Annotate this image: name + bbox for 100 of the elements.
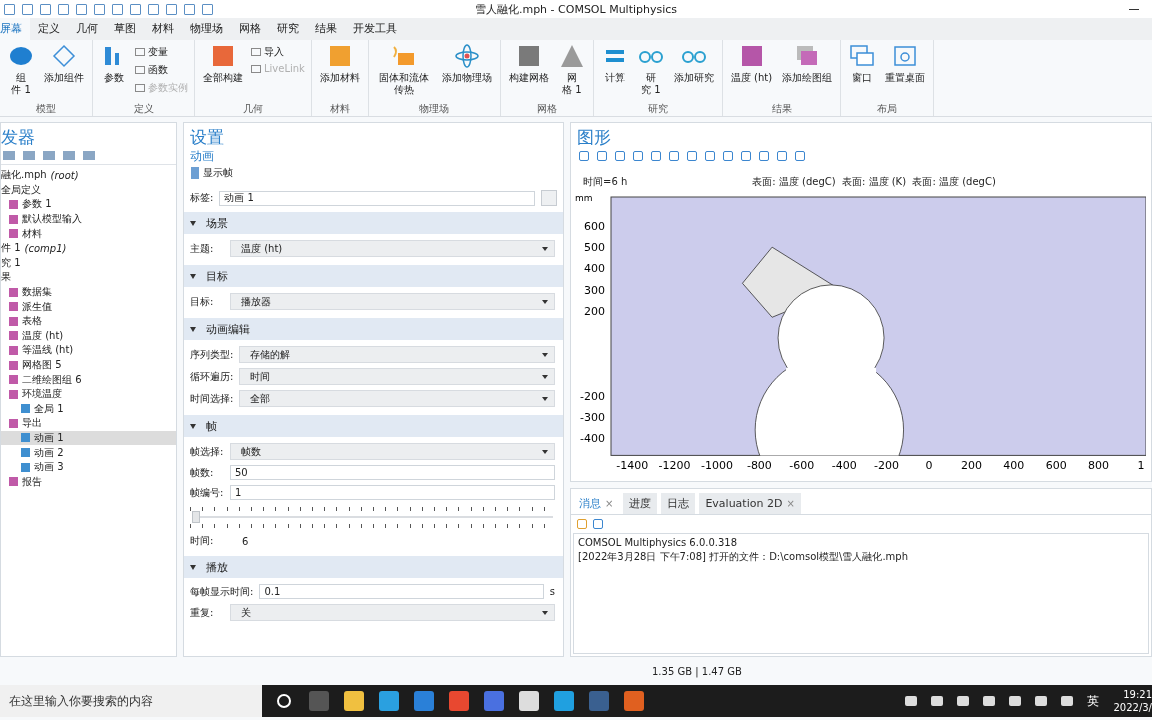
x-tick-label: -400 — [831, 459, 857, 473]
time-value: 6 — [241, 535, 249, 547]
show-frame-button[interactable]: 显示帧 — [203, 166, 233, 180]
ribbon-button[interactable]: 组件 1 — [6, 43, 36, 96]
tree-item[interactable]: 融化.mph (root) — [1, 168, 176, 183]
panel-title: 设置 — [189, 125, 225, 149]
x-tick-label: 800 — [1088, 459, 1110, 473]
dropdown[interactable]: 存储的解 — [239, 346, 555, 363]
y-tick-label: 200 — [584, 304, 605, 318]
ribbon-group-label: 研究 — [646, 102, 669, 116]
x-tick-label: -200 — [874, 459, 900, 473]
dropdown[interactable]: 温度 (ht) — [230, 240, 555, 257]
ribbon-button[interactable]: 添加组件 — [42, 43, 86, 84]
tree-item[interactable]: 全局定义 — [1, 182, 176, 198]
x-tick-label: 600 — [1045, 459, 1067, 473]
y-tick-label: -400 — [580, 432, 605, 446]
time-label: 时间=6 h — [583, 175, 628, 189]
field-label: 重复: — [190, 605, 215, 620]
section-header[interactable]: 动画编辑 — [184, 318, 563, 340]
ribbon-button[interactable]: 重置桌面 — [883, 43, 928, 84]
dropdown[interactable]: 关 — [230, 604, 555, 621]
section-header[interactable]: 帧 — [184, 415, 563, 437]
ribbon-small-button[interactable]: 函数 — [135, 63, 188, 77]
tree-item[interactable]: 导出 — [1, 416, 176, 431]
search-field[interactable]: 在这里输入你要搜索的内容 — [0, 685, 262, 717]
tree-item[interactable]: 网格图 5 — [1, 357, 176, 373]
tree-item[interactable]: 环境温度 — [1, 386, 176, 402]
section-header[interactable]: 目标 — [184, 265, 563, 287]
ribbon-tab[interactable]: 草图 — [106, 18, 144, 40]
ribbon-tab[interactable]: 几何 — [68, 18, 106, 40]
input-field[interactable]: 50 — [230, 465, 555, 480]
panel-tab[interactable]: 进度 — [623, 493, 658, 514]
ribbon-button[interactable]: 构建网格 — [506, 43, 551, 84]
section-header[interactable]: 场景 — [184, 212, 563, 234]
ribbon-tab[interactable]: 物理场 — [182, 18, 231, 40]
tree-item[interactable]: 默认模型输入 — [1, 211, 176, 227]
tree-item[interactable]: 究 1 — [1, 255, 176, 271]
x-tick-label: 200 — [960, 459, 982, 473]
ribbon-button[interactable]: 网格 1 — [556, 43, 587, 96]
tree-item[interactable]: 件 1 (comp1) — [1, 240, 176, 256]
ribbon-tab[interactable]: 网格 — [231, 18, 269, 40]
ribbon-group-label: 材料 — [328, 102, 351, 116]
ribbon-button[interactable]: 固体和流体传热 — [374, 43, 434, 96]
close-icon[interactable]: × — [605, 498, 614, 509]
tree-item[interactable]: 报告 — [1, 474, 176, 490]
tree-item[interactable]: 动画 3 — [1, 459, 176, 475]
ribbon-button[interactable]: 添加物理场 — [439, 43, 494, 84]
tree-item[interactable]: 等温线 (ht) — [1, 343, 176, 358]
ribbon-button[interactable]: 添加研究 — [671, 43, 716, 84]
x-tick-label: -1400 — [616, 459, 649, 473]
ribbon-button[interactable]: 添加绘图组 — [780, 43, 835, 84]
ribbon-tab[interactable]: 材料 — [144, 18, 182, 40]
ribbon-tab[interactable]: 开发工具 — [345, 18, 405, 40]
ribbon-small-button[interactable]: 变量 — [135, 45, 188, 59]
section-header[interactable]: 播放 — [184, 556, 563, 578]
field-label: 帧编号: — [190, 485, 224, 500]
ribbon-button[interactable]: 窗口 — [847, 43, 878, 84]
tree-item[interactable]: 果 — [1, 270, 176, 285]
input-field[interactable]: 动画 1 — [219, 190, 535, 206]
tree-item[interactable]: 动画 1 — [1, 430, 176, 446]
ribbon-group-label: 布局 — [876, 102, 899, 116]
tree-item[interactable]: 表格 — [1, 313, 176, 329]
dropdown[interactable]: 全部 — [239, 390, 555, 407]
tree-item[interactable]: 温度 (ht) — [1, 328, 176, 344]
tree-item[interactable]: 二维绘图组 6 — [1, 372, 176, 387]
input-field[interactable]: 1 — [230, 485, 555, 500]
ribbon-button[interactable]: 参数 — [99, 43, 129, 84]
ribbon-button[interactable]: 添加材料 — [317, 43, 362, 84]
input-method[interactable]: 英 — [1087, 692, 1100, 710]
field-label: 序列类型: — [190, 347, 234, 362]
ribbon-button[interactable]: 温度 (ht) — [728, 43, 775, 84]
ribbon-button[interactable]: 研究 1 — [635, 43, 666, 96]
ribbon-small-button[interactable]: 导入 — [251, 45, 305, 59]
dropdown[interactable]: 时间 — [239, 368, 555, 385]
tree-item[interactable]: 数据集 — [1, 284, 176, 300]
tree-item[interactable]: 材料 — [1, 226, 176, 241]
field-label: 时间: — [190, 534, 215, 548]
tree-item[interactable]: 全局 1 — [1, 401, 176, 417]
ribbon-button[interactable]: 计算 — [599, 43, 630, 84]
tree-item[interactable]: 参数 1 — [1, 197, 176, 212]
tree-item[interactable]: 派生值 — [1, 299, 176, 314]
y-tick-label: -300 — [580, 411, 605, 425]
x-tick-label: 400 — [1003, 459, 1025, 473]
panel-tab[interactable]: Evaluation 2D × — [699, 493, 801, 514]
panel-title: 图形 — [576, 125, 612, 149]
ribbon-tab[interactable]: 结果 — [307, 18, 345, 40]
clock[interactable]: 19:21 2022/3/ — [1113, 688, 1152, 714]
ribbon-button[interactable]: 全部构建 — [201, 43, 245, 84]
input-field[interactable]: 0.1 — [259, 584, 544, 599]
y-tick-label: 600 — [584, 219, 605, 233]
tree-item[interactable]: 动画 2 — [1, 445, 176, 460]
panel-title: 发器 — [1, 125, 36, 149]
ribbon-tab[interactable]: 屏幕 — [0, 18, 30, 40]
dropdown[interactable]: 帧数 — [230, 443, 555, 460]
ribbon-tab[interactable]: 研究 — [269, 18, 307, 40]
ribbon-tab[interactable]: 定义 — [30, 18, 68, 40]
field-label: 标签: — [190, 191, 214, 205]
dropdown[interactable]: 播放器 — [230, 293, 555, 310]
panel-tab[interactable]: 日志 — [661, 493, 696, 514]
unit-label: s — [549, 586, 555, 597]
